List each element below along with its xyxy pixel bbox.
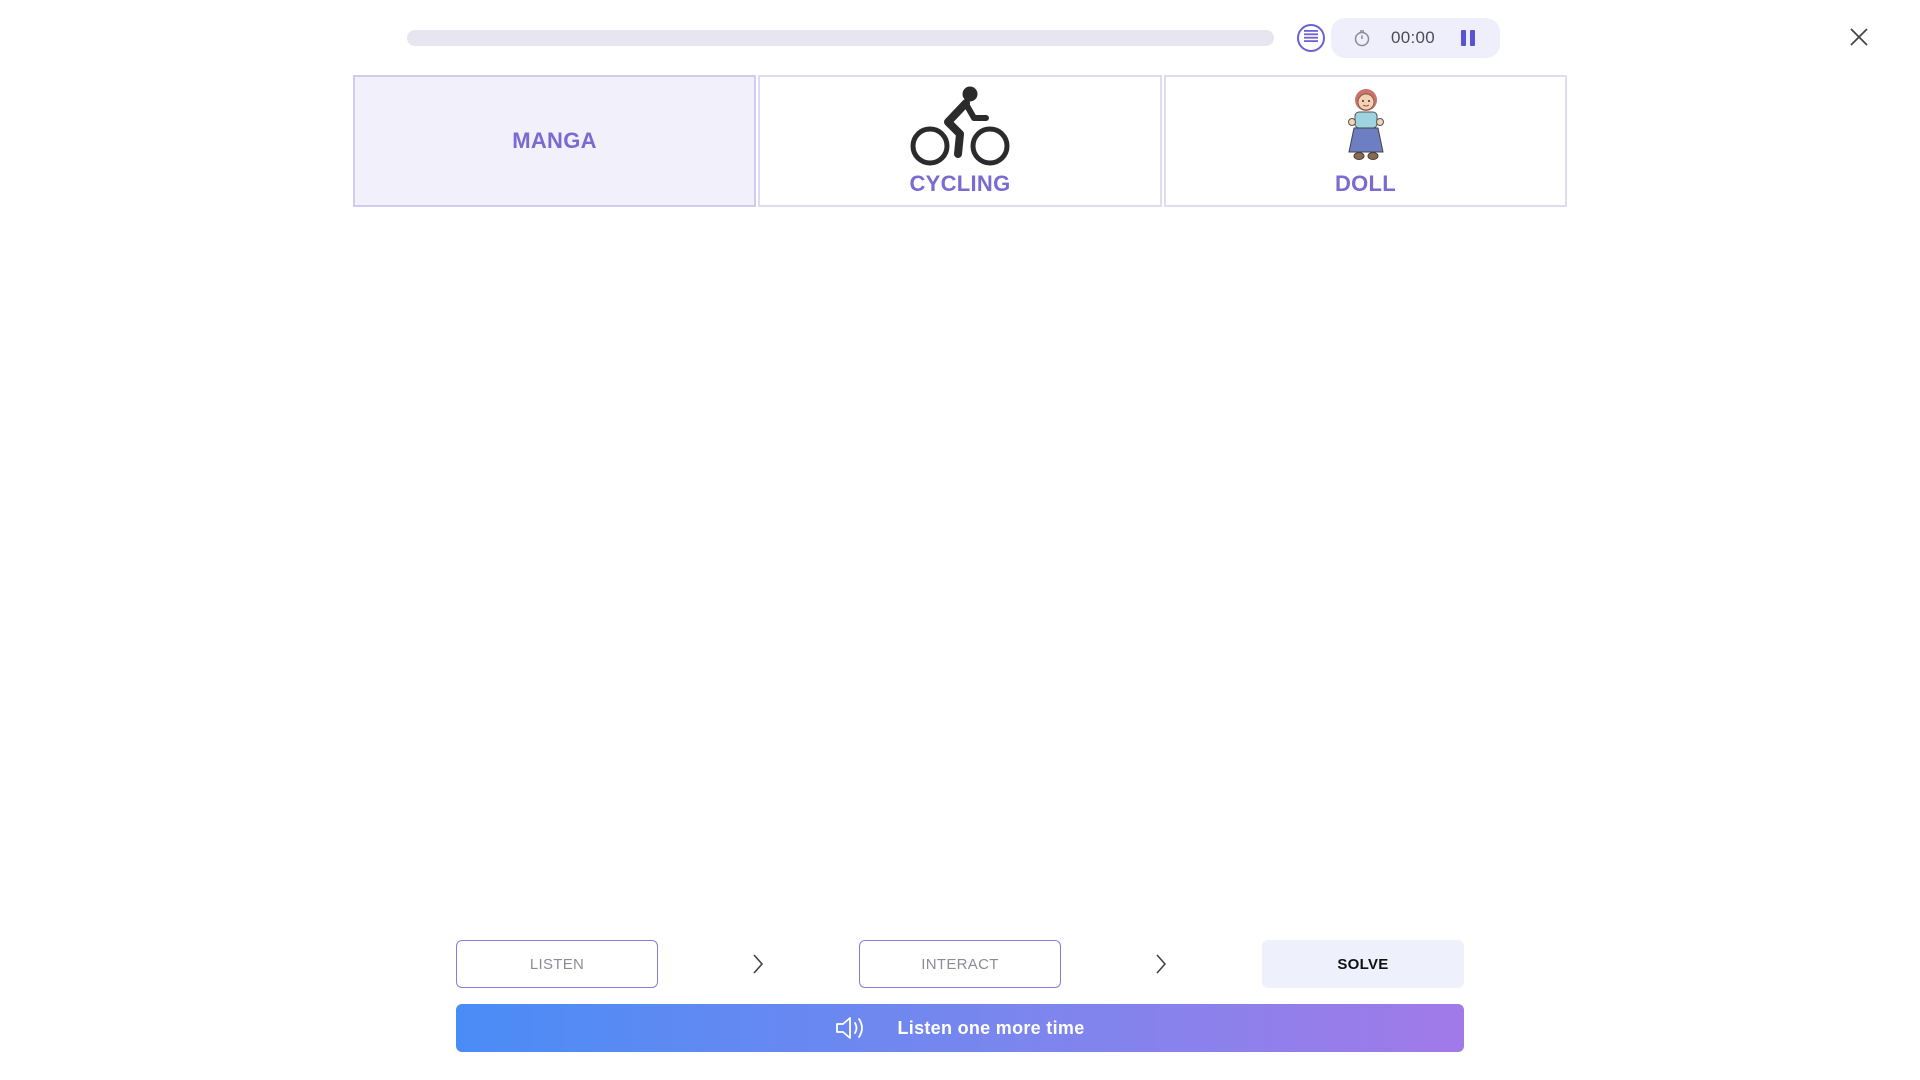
cycling-icon (910, 86, 1010, 175)
pause-icon (1461, 30, 1475, 46)
close-button[interactable] (1846, 24, 1872, 50)
chevron-right-icon (1153, 952, 1169, 976)
timer-value: 00:00 (1391, 28, 1436, 47)
timer: 00:00 (1331, 18, 1500, 58)
list-icon (1304, 29, 1318, 47)
listen-again-button[interactable]: Listen one more time (456, 1004, 1464, 1052)
clock-icon (1353, 29, 1371, 47)
speaker-icon (835, 1014, 867, 1042)
step-solve-button[interactable]: SOLVE (1262, 940, 1464, 988)
pause-button[interactable] (1459, 29, 1477, 47)
chevron-right-icon (750, 952, 766, 976)
listen-again-label: Listen one more time (897, 1017, 1085, 1038)
list-button[interactable] (1297, 24, 1325, 52)
card-label-manga: MANGA (512, 128, 597, 153)
doll-icon (1341, 86, 1391, 167)
close-icon (1850, 28, 1868, 46)
card-label-doll: DOLL (1334, 170, 1397, 196)
answer-card-doll[interactable]: DOLL (1164, 75, 1567, 207)
step-interact-button[interactable]: INTERACT (859, 940, 1061, 988)
progress-bar (407, 30, 1274, 46)
answer-card-manga[interactable]: MANGA (353, 75, 756, 207)
card-label-cycling: CYCLING (909, 170, 1011, 196)
answer-card-cycling[interactable]: CYCLING (758, 75, 1162, 207)
step-listen-button[interactable]: LISTEN (456, 940, 658, 988)
